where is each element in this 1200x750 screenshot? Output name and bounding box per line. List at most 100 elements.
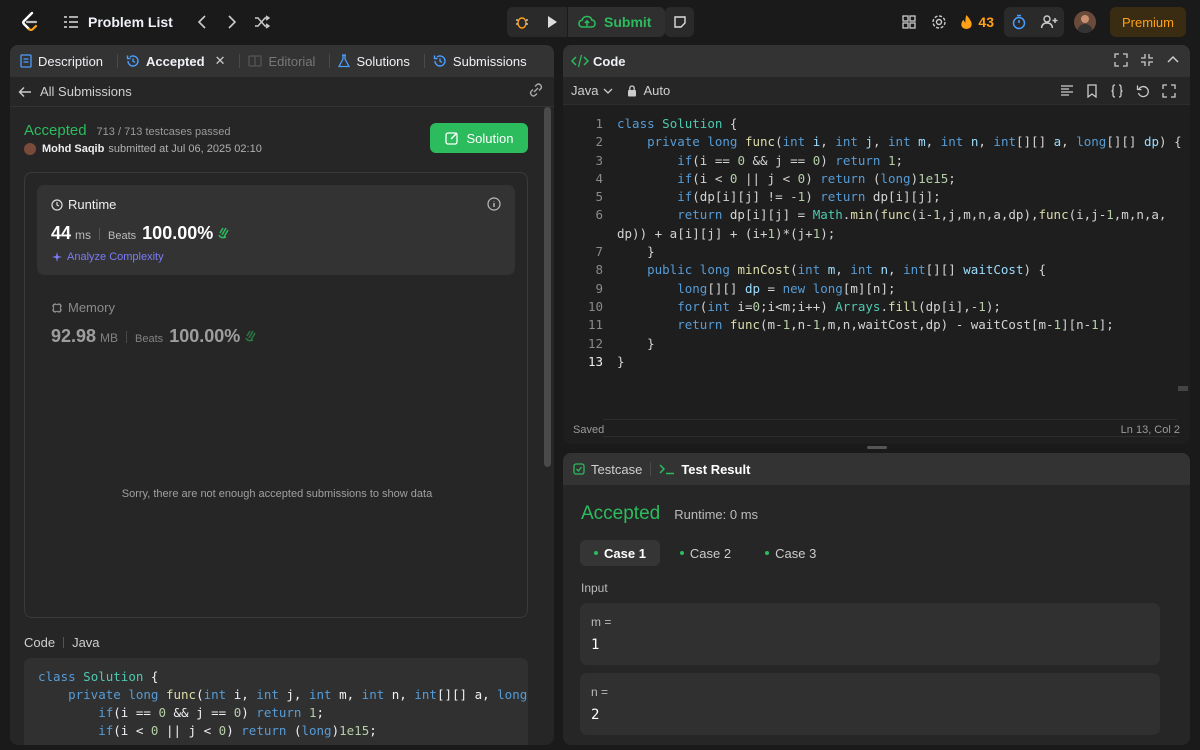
run-icon[interactable] [537, 7, 567, 37]
logo-icon[interactable] [18, 10, 42, 34]
tab-test-result[interactable]: Test Result [659, 462, 750, 477]
tab-solutions-label: Solutions [356, 53, 410, 69]
submit-label: Submit [604, 14, 652, 30]
streak-counter[interactable]: 43 [960, 14, 994, 30]
code-line: class Solution { [38, 669, 159, 684]
tab-editorial-label: Editorial [268, 53, 316, 69]
tab-description-label: Description [38, 53, 104, 69]
shuffle-icon[interactable] [247, 8, 277, 36]
maximize-icon[interactable] [1114, 53, 1128, 70]
terminal-icon [659, 464, 675, 475]
tab-accepted-label: Accepted [146, 53, 205, 69]
user-avatar[interactable] [1073, 11, 1096, 33]
problem-list-title[interactable]: Problem List [88, 14, 173, 30]
case-tab-3[interactable]: Case 3 [751, 540, 830, 566]
analyze-label: Analyze Complexity [67, 251, 164, 263]
left-scrollbar[interactable] [544, 107, 551, 467]
analyze-complexity-link[interactable]: Analyze Complexity [51, 251, 164, 263]
language-select[interactable]: Java [571, 83, 613, 98]
code-line: if(i < 0 || j < 0) return (long)1e15; [98, 723, 377, 738]
submit-button[interactable]: Submit [567, 7, 666, 37]
submitted-code-preview[interactable]: class Solution { private long func(int i… [24, 658, 528, 745]
settings-gear-icon[interactable] [924, 8, 954, 36]
prev-problem-icon[interactable] [187, 8, 217, 36]
notes-icon[interactable] [665, 7, 694, 37]
submitted-at: submitted at Jul 06, 2025 02:10 [108, 143, 262, 155]
next-problem-icon[interactable] [217, 8, 247, 36]
streak-count: 43 [978, 14, 994, 30]
tab-submissions[interactable]: Submissions [433, 54, 527, 69]
top-nav: Problem List Submit 43 Premium [0, 0, 1200, 44]
memory-value: 92.98 [51, 326, 97, 346]
memory-chip-icon [52, 302, 62, 313]
reset-code-icon[interactable] [1136, 84, 1150, 101]
tab-editorial[interactable]: Editorial [248, 54, 315, 69]
runtime-value: 44 [51, 223, 72, 243]
info-icon[interactable] [487, 197, 501, 214]
tab-divider [329, 54, 331, 68]
editor-scrollbar[interactable] [1178, 211, 1188, 391]
close-tab-icon[interactable]: ✕ [215, 53, 226, 69]
test-result-status: Accepted [581, 503, 661, 524]
code-brackets-icon [571, 54, 589, 68]
editor-header-label: Code [593, 53, 626, 69]
memory-beats-percent: 100.00% [169, 326, 241, 346]
panel-resize-handle[interactable] [867, 446, 887, 449]
fullscreen-icon[interactable] [1162, 84, 1176, 101]
input-var-name: m = [591, 615, 612, 629]
input-var-n[interactable]: n = 2 [580, 673, 1160, 735]
runtime-beats-label: Beats [108, 230, 137, 242]
code-content[interactable]: class Solution { private long func(int i… [617, 115, 1182, 371]
test-runtime: Runtime: 0 ms [674, 507, 759, 522]
testcases-passed: 713 / 713 testcases passed [96, 126, 231, 138]
tab-divider [117, 54, 119, 68]
input-var-name: n = [591, 685, 609, 699]
debug-icon[interactable] [507, 7, 537, 37]
back-arrow-icon [18, 86, 31, 97]
share-link-icon[interactable] [528, 83, 544, 100]
lock-icon [628, 84, 637, 96]
collapse-chevron-icon[interactable] [1166, 53, 1180, 70]
layout-icon[interactable] [894, 8, 924, 36]
clap-icon [244, 328, 258, 345]
input-var-value: 2 [591, 707, 600, 723]
premium-button[interactable]: Premium [1109, 7, 1186, 37]
memory-card[interactable]: Memory [51, 300, 115, 315]
memory-beats-label: Beats [135, 333, 164, 345]
tab-testcase[interactable]: Testcase [573, 462, 642, 477]
pass-dot [594, 551, 598, 555]
problem-list-icon[interactable] [60, 11, 82, 33]
braces-icon[interactable] [1110, 84, 1124, 101]
tab-accepted[interactable]: Accepted ✕ [126, 53, 225, 69]
chevron-down-icon [604, 88, 613, 94]
all-submissions-link[interactable]: All Submissions [10, 77, 554, 107]
pass-dot [765, 551, 770, 555]
save-status: Saved [573, 424, 605, 436]
case-tab-2[interactable]: Case 2 [666, 540, 745, 566]
tab-solutions[interactable]: Solutions [338, 53, 410, 69]
bookmark-icon[interactable] [1086, 84, 1098, 101]
timer-icon[interactable] [1004, 8, 1034, 36]
runtime-card[interactable]: Runtime 44 ms Beats 100.00% Analyze Comp… [37, 185, 515, 275]
tab-test-result-label: Test Result [681, 461, 751, 477]
minimize-icon[interactable] [1140, 53, 1154, 70]
code-editor[interactable]: 1 2 3 4 5 6 7 8 9 10 11 12 13 class Solu… [563, 111, 1190, 437]
no-data-message: Sorry, there are not enough accepted sub… [121, 488, 433, 500]
performance-stats: Runtime 44 ms Beats 100.00% Analyze Comp… [24, 172, 528, 618]
auto-mode-toggle[interactable]: Auto [627, 83, 670, 98]
post-solution-button[interactable]: Solution [430, 123, 528, 153]
case-tab-1[interactable]: Case 1 [580, 540, 660, 566]
test-result-panel: Testcase Test Result Accepted Runtime: 0… [563, 453, 1190, 745]
author-avatar[interactable] [24, 143, 36, 155]
code-line: if(i == 0 && j == 0) return 1; [98, 705, 325, 720]
edit-icon [444, 132, 458, 145]
tab-description[interactable]: Description [20, 54, 103, 69]
clock-icon [51, 198, 63, 211]
author-name[interactable]: Mohd Saqib [42, 143, 104, 155]
format-code-icon[interactable] [1060, 84, 1074, 101]
tab-submissions-label: Submissions [452, 53, 527, 69]
add-friend-icon[interactable] [1034, 8, 1064, 36]
runtime-label: Runtime [68, 197, 117, 212]
sparkle-icon [52, 252, 62, 262]
input-var-m[interactable]: m = 1 [580, 603, 1160, 665]
